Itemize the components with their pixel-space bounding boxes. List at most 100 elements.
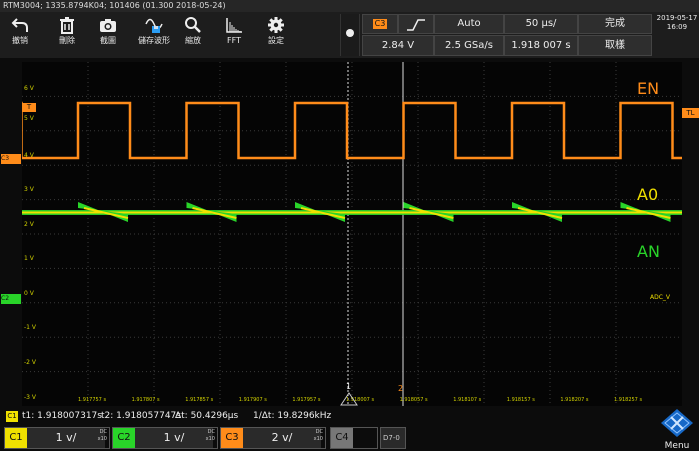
voltage-tick-label: 1 V	[24, 255, 34, 262]
camera-icon	[88, 16, 128, 34]
channel-bar: C1 1 v/ DC x10 C2 1 v/ DC x10 C3 2 v/ DC x1…	[0, 427, 699, 451]
channel-c3[interactable]: C3 2 v/ DC x10	[220, 427, 326, 449]
time-tick-label: 1.917957 s	[292, 397, 321, 403]
channel-c3-coupling: DC x10	[313, 429, 323, 442]
undo-label: 撤销	[12, 36, 28, 45]
timebase-scale[interactable]: 50 µs/	[504, 14, 578, 34]
time: 16:09	[666, 23, 688, 31]
channel-c2[interactable]: C2 1 v/ DC x10	[112, 427, 218, 449]
save-waveform-icon	[131, 16, 177, 34]
zoom-button[interactable]: 縮放	[173, 12, 213, 58]
save-waveform-label: 儲存波形	[138, 36, 170, 45]
clock: 2019-05-17 16:09	[655, 14, 699, 32]
trigger-source-label: C3	[372, 19, 388, 29]
channel-c3-id: C3	[221, 428, 243, 448]
cursor-1-label[interactable]: 1	[346, 382, 351, 391]
channel-c2-id: C2	[113, 428, 135, 448]
screenshot-button[interactable]: 截圖	[88, 12, 128, 58]
c2-offset-marker[interactable]: C2	[1, 294, 21, 304]
zoom-label: 縮放	[185, 36, 201, 45]
run-indicator-icon	[346, 29, 354, 37]
time-tick-label: 1.917807 s	[131, 397, 160, 403]
time-tick-label: 1.918057 s	[399, 397, 428, 403]
trigger-slope[interactable]	[398, 14, 434, 34]
channel-c1[interactable]: C1 1 v/ DC x10	[4, 427, 110, 449]
rising-edge-icon	[407, 19, 425, 31]
delete-label: 刪除	[59, 36, 75, 45]
delete-button[interactable]: 刪除	[47, 12, 87, 58]
voltage-tick-label: 3 V	[24, 186, 34, 193]
zoom-icon	[173, 16, 213, 34]
settings-label: 設定	[268, 36, 284, 45]
time-tick-label: 1.917857 s	[185, 397, 214, 403]
menu-button[interactable]: Menu	[657, 407, 697, 451]
cursor-2-label[interactable]: 2	[398, 384, 403, 393]
fft-icon	[214, 16, 254, 34]
voltage-tick-label: 6 V	[24, 85, 34, 92]
gear-icon	[256, 16, 296, 34]
channel-c2-scale: 1 v/	[135, 428, 213, 448]
sample-rate[interactable]: 2.5 GSa/s	[434, 35, 504, 56]
channel-c4[interactable]: C4	[330, 427, 378, 449]
cursor-status-bar: C1 t1: 1.918007317s t2: 1.918057747s Δt:…	[0, 408, 699, 425]
date: 2019-05-17	[656, 14, 698, 22]
acquisition-status[interactable]: 完成	[578, 14, 652, 34]
undo-button[interactable]: 撤销	[0, 12, 40, 58]
channel-digital-id: D7-0	[383, 434, 400, 442]
cursor-frequency: 1/Δt: 19.8296kHz	[253, 411, 332, 421]
cursor-t2: t2: 1.918057747s	[101, 411, 181, 421]
trigger-panel: C3 Auto 50 µs/ 完成 2.84 V 2.5 GSa/s 1.918…	[362, 14, 652, 56]
channel-digital[interactable]: D7-0	[380, 427, 406, 449]
voltage-tick-label: -1 V	[24, 324, 36, 331]
trigger-position[interactable]: 1.918 007 s	[504, 35, 578, 56]
time-tick-label: 1.918107 s	[453, 397, 482, 403]
channel-c1-coupling: DC x10	[97, 429, 107, 442]
window-title: RTM3004; 1335.8794K04; 101406 (01.300 20…	[0, 0, 699, 12]
channel-c2-coupling: DC x10	[205, 429, 215, 442]
cursor-delta-t: Δt: 50.4296µs	[175, 411, 239, 421]
time-tick-label: 1.917757 s	[78, 397, 107, 403]
fft-label: FFT	[227, 36, 241, 45]
save-waveform-button[interactable]: 儲存波形	[131, 12, 177, 58]
rohde-schwarz-logo-icon	[661, 409, 693, 437]
trigger-level-tag[interactable]: TL	[682, 108, 699, 118]
voltage-tick-label: 2 V	[24, 221, 34, 228]
graticule	[22, 62, 682, 406]
trace-label-adc: ADC_V	[650, 294, 671, 301]
channel-c3-scale: 2 v/	[243, 428, 321, 448]
undo-icon	[0, 16, 40, 34]
voltage-tick-label: -3 V	[24, 394, 36, 401]
left-rail	[0, 62, 22, 406]
cursor-channel-tag: C1	[6, 411, 18, 422]
fft-button[interactable]: FFT	[214, 12, 254, 58]
trace-label-an: AN	[637, 242, 660, 261]
voltage-tick-label: -2 V	[24, 359, 36, 366]
c3-offset-marker[interactable]: C3	[1, 154, 21, 164]
channel-c4-id: C4	[331, 428, 353, 448]
menu-label: Menu	[664, 441, 690, 451]
acquire-mode[interactable]: 取樣	[578, 35, 652, 56]
time-tick-label: 1.917907 s	[238, 397, 267, 403]
oscilloscope-screen: RTM3004; 1335.8794K04; 101406 (01.300 20…	[0, 0, 699, 451]
channel-c1-scale: 1 v/	[27, 428, 105, 448]
trigger-level[interactable]: 2.84 V	[362, 35, 434, 56]
trigger-position-icon[interactable]	[340, 392, 358, 406]
trash-icon	[47, 16, 87, 34]
time-tick-label: 1.918257 s	[614, 397, 643, 403]
cursor-t1: t1: 1.918007317s	[22, 411, 102, 421]
trace-label-en: EN	[637, 79, 660, 98]
trace-label-a0: A0	[637, 185, 659, 204]
acquisition-control[interactable]	[340, 14, 360, 56]
voltage-tick-label: 4 V	[24, 152, 34, 159]
channel-c1-id: C1	[5, 428, 27, 448]
time-tick-label: 1.918207 s	[560, 397, 589, 403]
voltage-tick-label: 0 V	[24, 290, 34, 297]
time-tick-label: 1.918157 s	[506, 397, 535, 403]
trigger-mode[interactable]: Auto	[434, 14, 504, 34]
settings-button[interactable]: 設定	[256, 12, 296, 58]
waveform-display[interactable]	[22, 62, 682, 406]
trigger-source[interactable]: C3	[362, 14, 398, 34]
screenshot-label: 截圖	[100, 36, 116, 45]
trigger-level-marker[interactable]: T	[22, 103, 36, 112]
voltage-tick-label: 5 V	[24, 115, 34, 122]
